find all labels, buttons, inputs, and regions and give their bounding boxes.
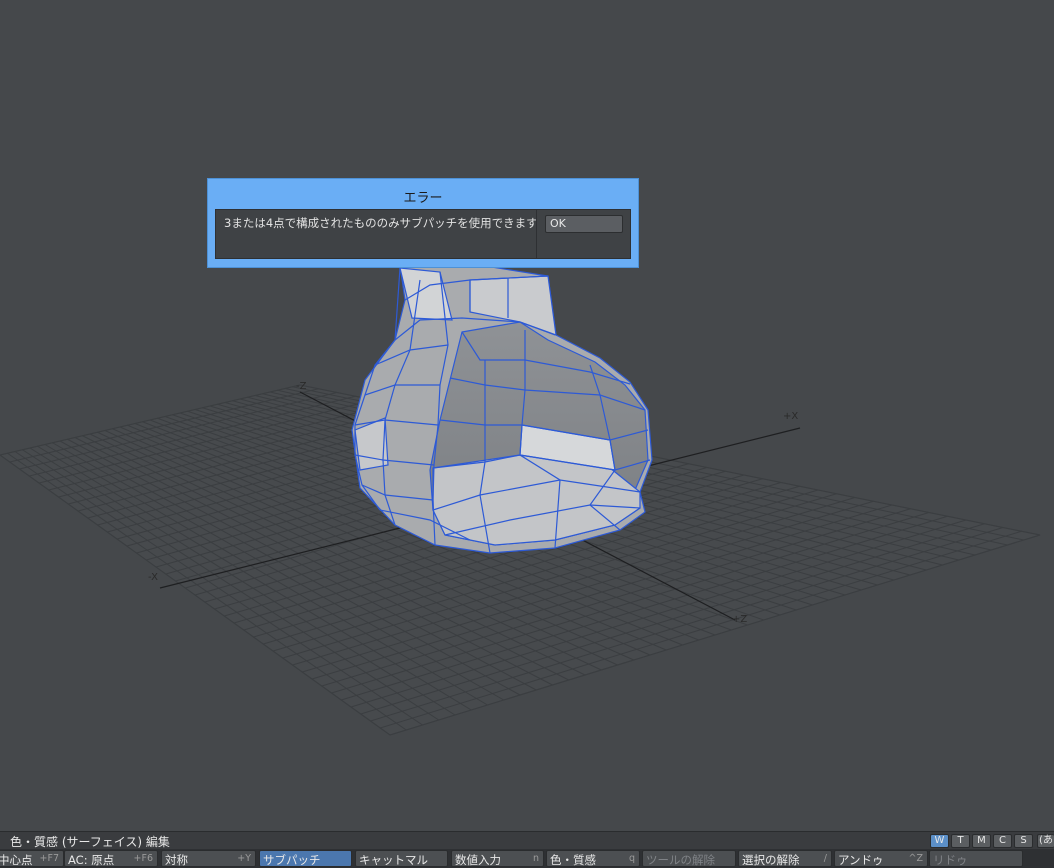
- center-button[interactable]: 中心点 +F7: [0, 850, 64, 867]
- axis-label-neg-z: -Z: [296, 381, 307, 392]
- redo-label: リドゥ: [933, 853, 968, 867]
- undo-label: アンドゥ: [838, 853, 884, 867]
- view-button-s[interactable]: S: [1014, 834, 1033, 848]
- undo-shortcut: ^Z: [908, 853, 923, 864]
- viewport-canvas: [0, 261, 1041, 736]
- perspective-viewport[interactable]: -Z +X -X +Z: [0, 0, 1054, 830]
- surface-editor-label: 色・質感: [550, 853, 596, 867]
- deselect-shortcut: /: [823, 853, 827, 864]
- ok-button[interactable]: OK: [545, 215, 623, 233]
- command-bar: 中心点 +F7 AC: 原点 +F6 対称 +Y サブパッチ キャットマル 数値…: [0, 849, 1054, 868]
- view-button-w[interactable]: W: [930, 834, 949, 848]
- axis-label-pos-x: +X: [783, 411, 799, 422]
- dialog-body: 3または4点で構成されたもののみサブパッチを使用できます OK: [215, 209, 631, 259]
- view-button-c[interactable]: C: [993, 834, 1012, 848]
- undo-button[interactable]: アンドゥ ^Z: [834, 850, 928, 867]
- surface-editor-shortcut: q: [628, 853, 635, 864]
- dialog-divider: [536, 210, 537, 258]
- surface-editor-button[interactable]: 色・質感 q: [546, 850, 640, 867]
- numeric-input-button[interactable]: 数値入力 n: [451, 850, 544, 867]
- deselect-label: 選択の解除: [742, 853, 800, 867]
- axis-label-pos-z: +Z: [732, 614, 748, 625]
- status-text: 色・質感 (サーフェイス) 編集: [10, 835, 170, 849]
- drop-tool-button[interactable]: ツールの解除: [642, 850, 736, 867]
- axis-label-neg-x: -X: [148, 572, 158, 583]
- dialog-title: エラー: [403, 191, 443, 206]
- subpatch-button[interactable]: サブパッチ: [259, 850, 352, 867]
- action-center-origin-button[interactable]: AC: 原点 +F6: [64, 850, 158, 867]
- view-button-t[interactable]: T: [951, 834, 970, 848]
- dialog-message: 3または4点で構成されたもののみサブパッチを使用できます: [224, 216, 538, 230]
- catmull-button[interactable]: キャットマル: [355, 850, 448, 867]
- mesh-model: [351, 261, 653, 554]
- symmetry-button[interactable]: 対称 +Y: [161, 850, 256, 867]
- view-button-more[interactable]: (あ: [1037, 834, 1054, 848]
- error-dialog: エラー 3または4点で構成されたもののみサブパッチを使用できます OK: [207, 178, 639, 268]
- action-center-origin-label: AC: 原点: [68, 853, 115, 867]
- subpatch-label: サブパッチ: [263, 853, 321, 867]
- numeric-input-label: 数値入力: [455, 853, 501, 867]
- numeric-input-shortcut: n: [532, 853, 539, 864]
- center-button-shortcut: +F7: [39, 853, 59, 864]
- symmetry-label: 対称: [165, 853, 188, 867]
- view-button-m[interactable]: M: [972, 834, 991, 848]
- symmetry-shortcut: +Y: [237, 853, 251, 864]
- deselect-button[interactable]: 選択の解除 /: [738, 850, 832, 867]
- center-button-label: 中心点: [0, 853, 33, 867]
- drop-tool-label: ツールの解除: [646, 853, 715, 867]
- catmull-label: キャットマル: [359, 853, 428, 867]
- action-center-origin-shortcut: +F6: [133, 853, 153, 864]
- redo-button[interactable]: リドゥ: [929, 850, 1023, 867]
- status-bar: 色・質感 (サーフェイス) 編集 W T M C S (あ: [0, 831, 1054, 850]
